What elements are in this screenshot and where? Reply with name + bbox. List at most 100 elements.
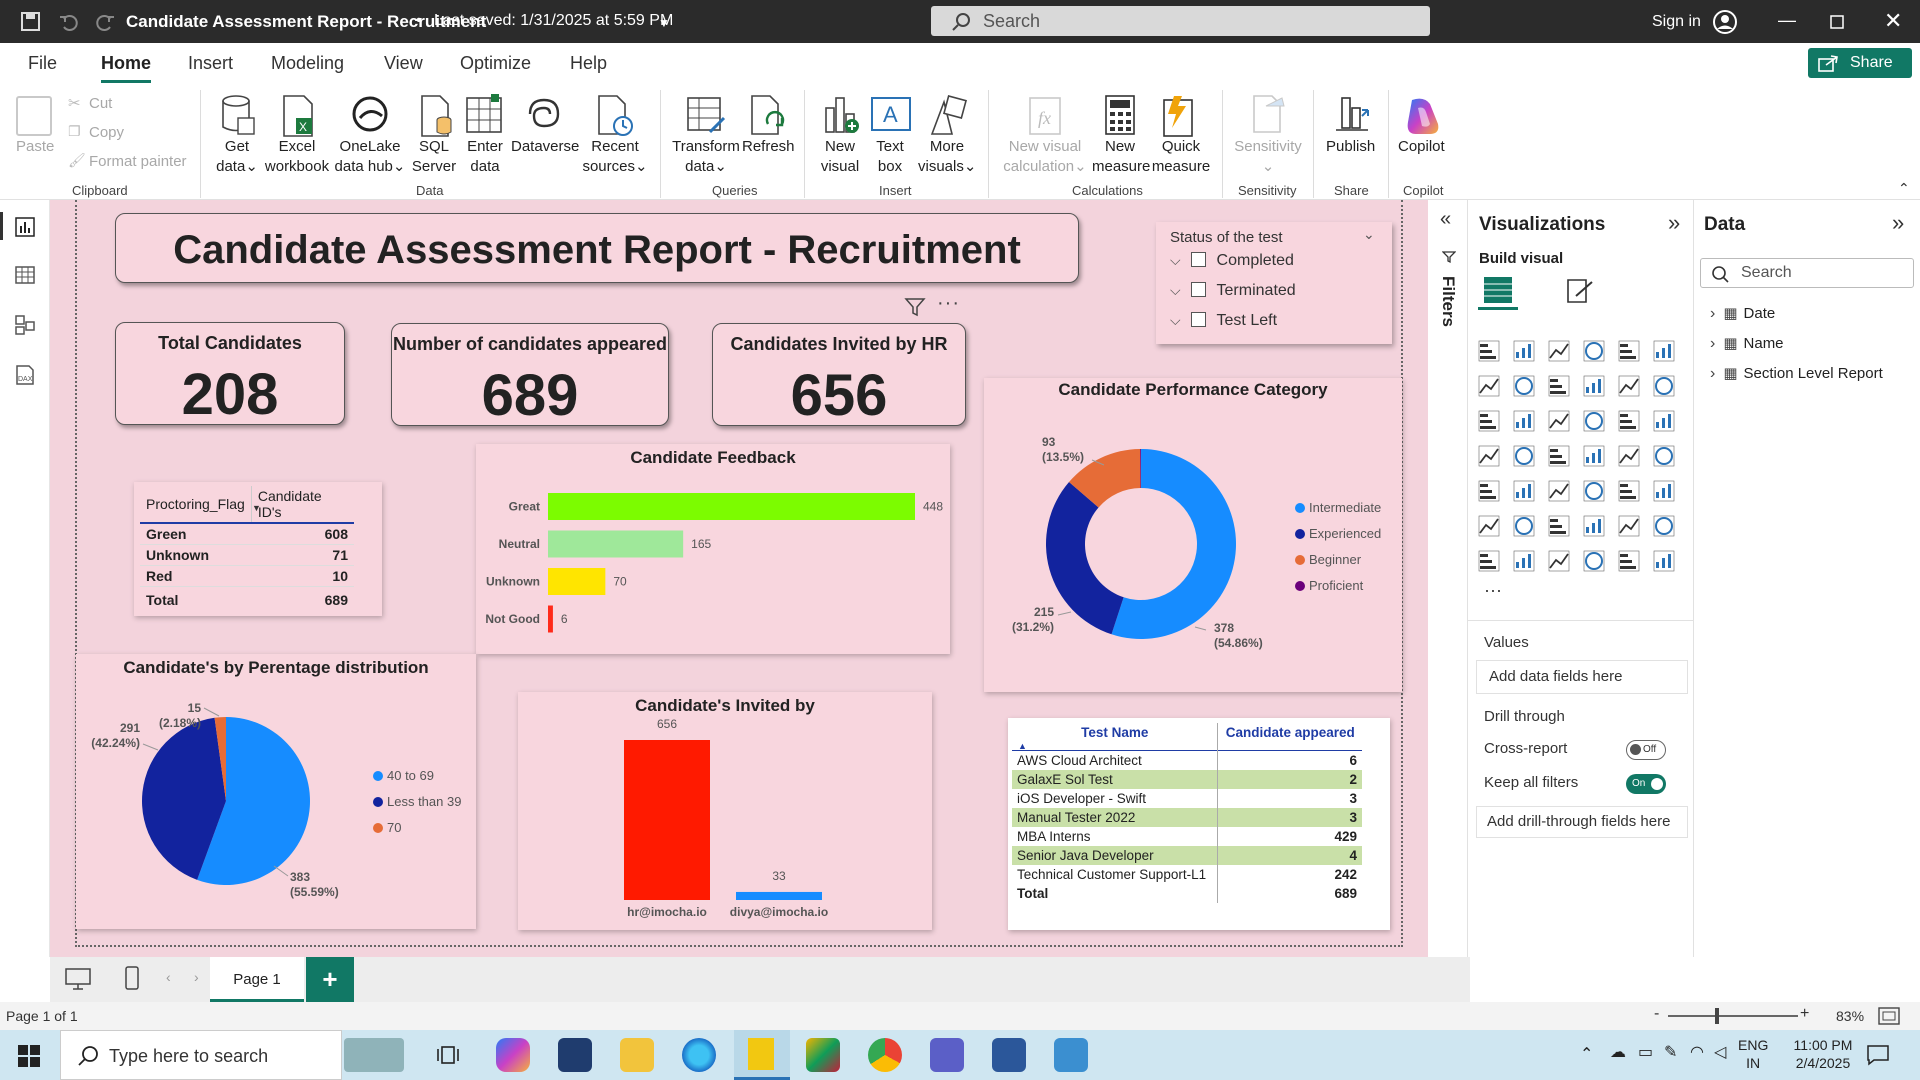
table-row[interactable]: GalaxE Sol Test 2 [1012, 770, 1362, 789]
visual-type-icon[interactable] [1653, 410, 1675, 432]
sort-desc-icon[interactable]: ▼ [252, 503, 261, 513]
zoom-out-icon[interactable]: - [1654, 1005, 1659, 1023]
percentage-distribution-chart[interactable]: Candidate's by Perentage distribution 40… [76, 654, 476, 929]
green-app-taskbar-icon[interactable] [806, 1038, 840, 1072]
sensitivity-button[interactable]: Sensitivity ⌄ [1226, 137, 1310, 177]
visual-type-icon[interactable] [1653, 550, 1675, 572]
slicer-option-test-left[interactable]: ⌵ Test Left [1170, 312, 1277, 330]
menu-modeling[interactable]: Modeling [271, 53, 344, 74]
visual-type-icon[interactable] [1583, 410, 1605, 432]
recent-sources-button[interactable]: Recent sources⌄ [580, 137, 650, 177]
table-row[interactable]: Senior Java Developer 4 [1012, 846, 1362, 865]
new-visual-button[interactable]: New visual [816, 137, 864, 177]
share-button[interactable]: Share ⌄ [1808, 48, 1912, 100]
pen-icon[interactable]: ✎ [1664, 1042, 1677, 1062]
visual-type-icon[interactable] [1653, 480, 1675, 502]
menu-insert[interactable]: Insert [188, 53, 233, 74]
collapse-visualizations-icon[interactable]: » [1668, 210, 1680, 236]
visual-type-icon[interactable] [1583, 480, 1605, 502]
table-row[interactable]: iOS Developer - Swift 3 [1012, 789, 1362, 808]
sort-asc-icon[interactable]: ▲ [1018, 741, 1027, 751]
data-table-item[interactable]: › ▦ Name [1710, 334, 1784, 353]
build-visual-tab[interactable] [1478, 272, 1518, 310]
slicer-checkbox[interactable] [1191, 282, 1207, 297]
visual-type-icon[interactable] [1478, 445, 1500, 467]
menu-optimize[interactable]: Optimize [460, 53, 531, 74]
desktop-layout-icon[interactable] [64, 967, 92, 991]
chrome-taskbar-icon[interactable] [868, 1038, 902, 1072]
excel-workbook-button[interactable]: Excel workbook [262, 137, 332, 177]
task-view-icon[interactable] [436, 1044, 460, 1066]
menu-view[interactable]: View [384, 53, 423, 74]
file-explorer-icon[interactable] [620, 1038, 654, 1072]
invited-by-chart[interactable]: Candidate's Invited by 656 hr@imocha.io 33… [518, 692, 932, 930]
format-visual-icon[interactable] [1564, 276, 1594, 306]
visual-type-icon[interactable] [1548, 410, 1570, 432]
expand-filters-icon[interactable]: « [1440, 208, 1451, 231]
text-box-button[interactable]: Text box [866, 137, 914, 177]
title-dropdown-icon[interactable]: ▼ [658, 16, 670, 30]
language-indicator[interactable]: ENG IN [1738, 1036, 1768, 1072]
visual-type-icon[interactable] [1478, 375, 1500, 397]
visual-type-icon[interactable] [1653, 445, 1675, 467]
expand-chevron-icon[interactable]: ⌵ [1170, 252, 1181, 268]
table-view-icon[interactable] [14, 264, 36, 286]
table-row[interactable]: Red 10 [140, 565, 354, 587]
table-row[interactable]: Total 689 [140, 586, 354, 610]
proctoring-table-visual[interactable]: Proctoring_Flag Candidate ID's Green 608 U… [134, 482, 382, 616]
clock[interactable]: 11:00 PM 2/4/2025 [1778, 1036, 1868, 1072]
show-hidden-icons[interactable]: ⌃ [1580, 1044, 1593, 1064]
visual-type-icon[interactable] [1478, 410, 1500, 432]
edge-browser-icon[interactable] [682, 1038, 716, 1072]
visual-type-icon[interactable] [1548, 340, 1570, 362]
slicer-checkbox[interactable] [1191, 252, 1207, 267]
maximize-icon[interactable] [1830, 15, 1844, 29]
visual-type-icon[interactable] [1478, 480, 1500, 502]
report-title-card[interactable]: Candidate Assessment Report - Recruitmen… [115, 213, 1079, 283]
close-icon[interactable]: ✕ [1884, 8, 1902, 34]
visual-type-icon[interactable] [1618, 340, 1640, 362]
visual-type-icon[interactable] [1618, 375, 1640, 397]
column-header[interactable]: Test Name [1012, 723, 1219, 751]
add-drill-through-well[interactable]: Add drill-through fields here [1476, 806, 1688, 838]
more-visuals-button[interactable]: More visuals⌄ [918, 137, 976, 177]
visual-type-icon[interactable] [1478, 515, 1500, 537]
visual-type-icon[interactable] [1478, 550, 1500, 572]
global-search-input[interactable]: Search [931, 6, 1430, 36]
quick-measure-button[interactable]: Quick measure [1150, 137, 1212, 177]
table-row[interactable]: Technical Customer Support-L1 242 [1012, 865, 1362, 884]
visual-type-icon[interactable] [1618, 515, 1640, 537]
cloud-icon[interactable]: ☁ [1610, 1042, 1626, 1062]
table-row[interactable]: Total 689 [1012, 884, 1362, 903]
table-row[interactable]: MBA Interns 429 [1012, 827, 1362, 846]
visual-type-icon[interactable] [1548, 375, 1570, 397]
table-row[interactable]: AWS Cloud Architect 6 [1012, 750, 1362, 770]
minimize-icon[interactable]: — [1778, 10, 1796, 31]
refresh-button[interactable]: Refresh [742, 137, 795, 157]
filters-pane-collapsed[interactable]: « Filters [1428, 200, 1468, 957]
visual-type-icon[interactable] [1618, 480, 1640, 502]
visual-type-icon[interactable] [1653, 375, 1675, 397]
volume-icon[interactable]: ◁ [1714, 1042, 1726, 1062]
visual-type-icon[interactable] [1618, 550, 1640, 572]
visual-type-icon[interactable] [1618, 445, 1640, 467]
visual-type-icon[interactable] [1478, 340, 1500, 362]
format-painter-button[interactable]: Format painter [89, 152, 187, 172]
slicer-option-completed[interactable]: ⌵ Completed [1170, 252, 1294, 270]
kpi-card-candidates-appeared[interactable]: Number of candidates appeared 689 [391, 323, 669, 428]
redo-icon[interactable] [94, 11, 116, 33]
test-name-table-visual[interactable]: Test Name Candidate appeared AWS Cloud A… [1008, 718, 1390, 930]
taskbar-search-input[interactable]: Type here to search [60, 1030, 342, 1080]
wifi-icon[interactable]: ◠ [1690, 1042, 1704, 1062]
teams-taskbar-icon[interactable] [930, 1038, 964, 1072]
visual-type-icon[interactable] [1513, 445, 1535, 467]
table-row[interactable]: Manual Tester 2022 3 [1012, 808, 1362, 827]
visual-type-icon[interactable] [1513, 515, 1535, 537]
copilot-button[interactable]: Copilot [1398, 137, 1445, 157]
visual-type-icon[interactable] [1653, 515, 1675, 537]
copilot-taskbar-icon[interactable] [496, 1038, 530, 1072]
visual-type-icon[interactable] [1513, 375, 1535, 397]
battery-icon[interactable]: ▭ [1638, 1042, 1653, 1062]
visual-type-icon[interactable] [1583, 515, 1605, 537]
report-view-icon[interactable] [14, 216, 36, 238]
